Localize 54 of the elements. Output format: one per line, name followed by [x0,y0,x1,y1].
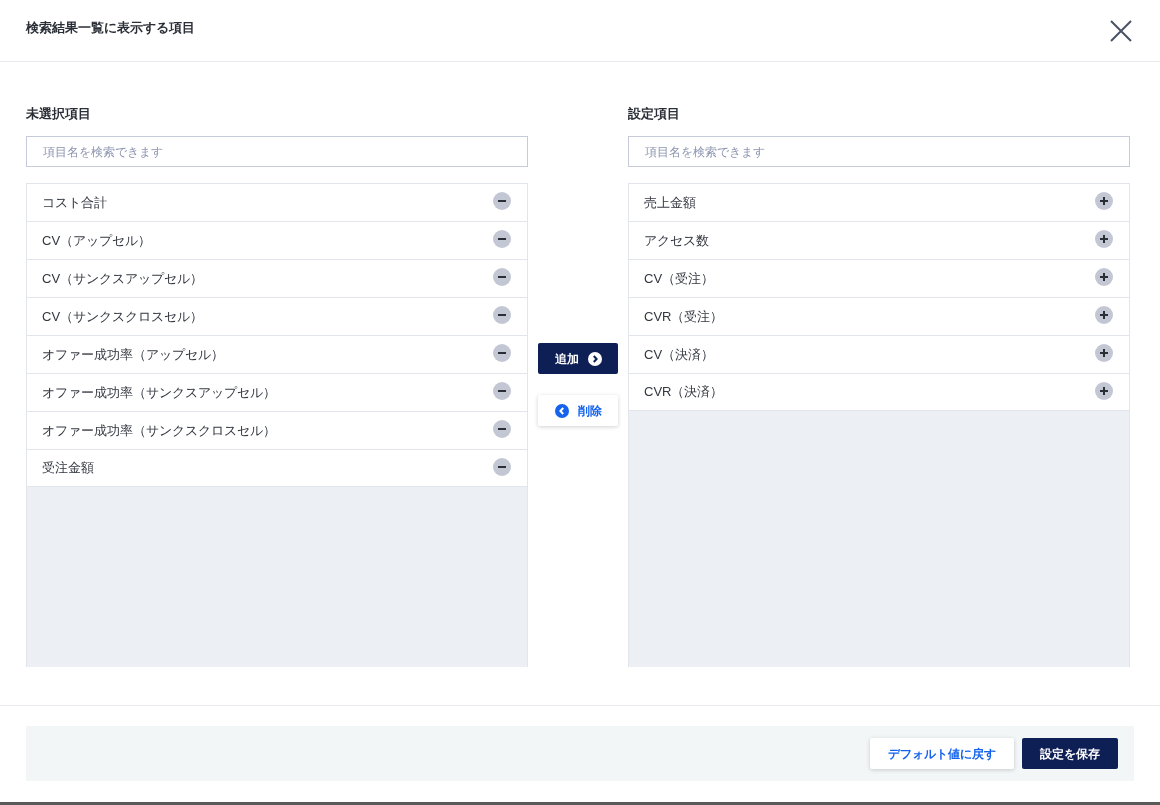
plus-circle-icon[interactable] [1095,381,1113,400]
list-row[interactable]: CVR（決済） [629,373,1129,411]
list-row[interactable]: コスト合計 [27,183,527,221]
minus-circle-icon[interactable] [493,344,511,362]
item-label: CV（アップセル） [42,231,152,250]
search-field[interactable]: 項目名を検索できます [26,136,528,167]
minus-circle-icon[interactable] [493,420,511,438]
item-label: CV（受注） [644,269,715,288]
plus-circle-icon[interactable] [1095,268,1113,286]
minus-circle-icon[interactable] [493,268,511,286]
item-label: CV（サンクスクロスセル） [42,307,204,326]
chevron-right-circle-icon [587,351,602,366]
list-row[interactable]: CV（決済） [629,335,1129,373]
section-heading: 設定項目 [628,105,681,123]
list-row[interactable]: CVR（受注） [629,297,1129,335]
list-row[interactable]: 売上金額 [629,183,1129,221]
remove-button[interactable]: 削除 [538,395,618,426]
minus-circle-icon[interactable] [493,230,511,248]
list-row[interactable]: オファー成功率（サンクスアップセル） [27,373,527,411]
list-row[interactable]: 受注金額 [27,449,527,487]
list-row[interactable]: CV（受注） [629,259,1129,297]
item-label: CV（サンクスアップセル） [42,269,204,288]
item-label: オファー成功率（サンクスアップセル） [42,383,276,402]
chevron-left-circle-icon [554,403,569,418]
item-label: CVR（受注） [644,307,724,326]
dialog-title: 検索結果一覧に表示する項目 [26,18,195,37]
section-heading: 未選択項目 [26,105,92,123]
item-label: 受注金額 [42,459,94,478]
list-row[interactable]: オファー成功率（アップセル） [27,335,527,373]
list-row[interactable]: オファー成功率（サンクスクロスセル） [27,411,527,449]
plus-circle-icon[interactable] [1095,306,1113,324]
plus-circle-icon[interactable] [1095,230,1113,248]
list-row[interactable]: アクセス数 [629,221,1129,259]
search-field[interactable]: 項目名を検索できます [628,136,1130,167]
item-label: CVR（決済） [644,383,724,402]
item-label: オファー成功率（アップセル） [42,345,224,364]
item-label: コスト合計 [42,193,107,212]
reset-button[interactable]: デフォルト値に戻す [870,738,1014,769]
minus-circle-icon[interactable] [493,192,511,210]
plus-circle-icon[interactable] [1095,344,1113,362]
item-label: オファー成功率（サンクスクロスセル） [42,421,276,440]
minus-circle-icon[interactable] [493,382,511,400]
list-row[interactable]: CV（サンクスアップセル） [27,259,527,297]
item-label: アクセス数 [644,231,709,250]
close-icon[interactable] [1110,19,1132,42]
item-label: CV（決済） [644,345,715,364]
list-row[interactable]: CV（サンクスクロスセル） [27,297,527,335]
plus-circle-icon[interactable] [1095,192,1113,210]
list-row[interactable]: CV（アップセル） [27,221,527,259]
save-button[interactable]: 設定を保存 [1022,738,1118,769]
item-label: 売上金額 [644,193,696,212]
minus-circle-icon[interactable] [493,457,511,476]
minus-circle-icon[interactable] [493,306,511,324]
add-button[interactable]: 追加 [538,343,618,374]
